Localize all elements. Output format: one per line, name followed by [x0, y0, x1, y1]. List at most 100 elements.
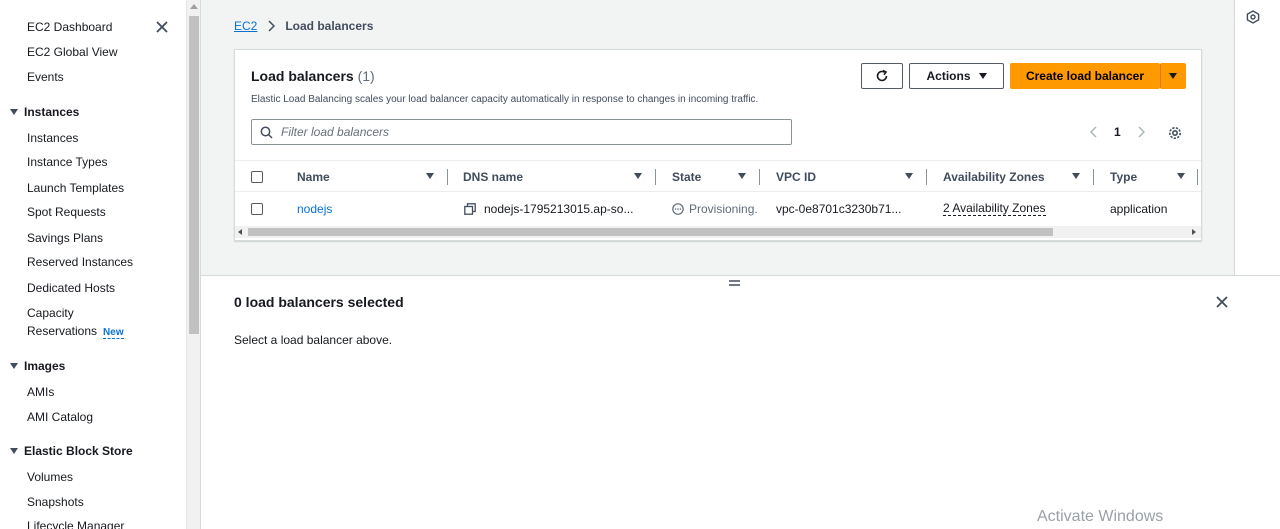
sidebar-item-spot-requests[interactable]: Spot Requests [27, 205, 106, 219]
sidebar-section-instances[interactable]: Instances [10, 105, 79, 119]
row-dns-cell: nodejs-1795213015.ap-so... [464, 192, 633, 226]
row-type-value: application [1110, 202, 1168, 216]
refresh-icon [876, 69, 888, 82]
table-header: Name DNS name State VPC ID Availability … [235, 160, 1201, 192]
sort-icon[interactable] [426, 173, 434, 179]
section-title: Instances [24, 105, 80, 119]
breadcrumb-current: Load balancers [285, 19, 374, 33]
scrollbar-thumb[interactable] [248, 228, 1053, 236]
sidebar-scrollbar[interactable] [186, 0, 201, 529]
section-title: Elastic Block Store [24, 444, 133, 458]
sidebar-item-amis[interactable]: AMIs [27, 385, 54, 399]
capacity-label: Reservations [27, 324, 98, 338]
breadcrumb-ec2-link[interactable]: EC2 [234, 19, 257, 33]
sidebar-item-ec2-dashboard[interactable]: EC2 Dashboard [27, 20, 112, 34]
main-content: EC2 Load balancers Load balancers (1) El… [201, 0, 1234, 275]
column-header-state[interactable]: State [672, 161, 701, 193]
row-availability-zones-value[interactable]: 2 Availability Zones [943, 202, 1046, 216]
sidebar-item-capacity-reservations[interactable]: Capacity [27, 306, 74, 320]
column-divider[interactable] [759, 169, 760, 185]
create-load-balancer-button[interactable]: Create load balancer [1010, 63, 1160, 89]
section-title: Images [24, 359, 66, 373]
caret-down-icon [10, 448, 18, 454]
split-panel: 0 load balancers selected Select a load … [201, 275, 1280, 529]
page-title: Load balancers (1) [251, 68, 375, 84]
column-header-type[interactable]: Type [1110, 161, 1137, 193]
sort-icon[interactable] [1177, 173, 1185, 179]
sidebar-item-lifecycle-manager[interactable]: Lifecycle Manager [27, 519, 124, 529]
column-divider[interactable] [447, 169, 448, 185]
sidebar-section-images[interactable]: Images [10, 359, 65, 373]
create-dropdown-button[interactable] [1160, 63, 1186, 89]
chevron-right-icon [268, 20, 276, 32]
sidebar-item-ec2-global-view[interactable]: EC2 Global View [27, 45, 118, 59]
column-header-dns-name[interactable]: DNS name [463, 161, 523, 193]
close-icon[interactable] [1215, 295, 1229, 309]
refresh-button[interactable] [861, 63, 903, 89]
sidebar: EC2 Dashboard EC2 Global View Events Ins… [0, 0, 186, 529]
actions-button[interactable]: Actions [909, 63, 1004, 89]
caret-down-icon [1169, 73, 1177, 79]
activation-watermark: Activate Windows [1037, 508, 1164, 525]
gear-icon[interactable] [1167, 125, 1183, 141]
sidebar-item-volumes[interactable]: Volumes [27, 470, 73, 484]
sort-icon[interactable] [634, 173, 642, 179]
previous-page-icon[interactable] [1090, 126, 1098, 138]
scrollbar-thumb[interactable] [189, 16, 199, 334]
sort-icon[interactable] [738, 173, 746, 179]
page-number[interactable]: 1 [1114, 125, 1121, 139]
sidebar-item-launch-templates[interactable]: Launch Templates [27, 181, 124, 195]
sidebar-item-reserved-instances[interactable]: Reserved Instances [27, 255, 133, 269]
column-divider[interactable] [655, 169, 656, 185]
select-all-checkbox[interactable] [251, 171, 263, 183]
tools-rail [1234, 0, 1280, 275]
table-row[interactable]: nodejs nodejs-1795213015.ap-so... Provis… [235, 192, 1201, 226]
sidebar-item-snapshots[interactable]: Snapshots [27, 495, 84, 509]
new-badge: New [103, 327, 124, 339]
sidebar-item-capacity-reservations-line2[interactable]: Reservations New [27, 324, 124, 339]
copy-icon[interactable] [464, 203, 476, 215]
next-page-icon[interactable] [1137, 126, 1145, 138]
table-horizontal-scrollbar[interactable] [235, 226, 1201, 238]
breadcrumb: EC2 Load balancers [234, 19, 373, 33]
filter-input[interactable] [281, 125, 761, 139]
row-state-cell: Provisioning. [672, 192, 758, 226]
in-progress-icon [672, 203, 684, 215]
sidebar-item-instances[interactable]: Instances [27, 131, 78, 145]
caret-down-icon [10, 109, 18, 115]
caret-down-icon [10, 363, 18, 369]
row-checkbox[interactable] [251, 203, 263, 215]
sidebar-item-dedicated-hosts[interactable]: Dedicated Hosts [27, 281, 115, 295]
sidebar-item-events[interactable]: Events [27, 70, 64, 84]
column-header-vpc-id[interactable]: VPC ID [776, 161, 816, 193]
sort-icon[interactable] [905, 173, 913, 179]
split-panel-message: Select a load balancer above. [234, 333, 393, 347]
scroll-right-icon[interactable] [1192, 229, 1196, 235]
row-state-value: Provisioning. [689, 202, 758, 216]
column-header-availability-zones[interactable]: Availability Zones [943, 161, 1045, 193]
sort-icon[interactable] [1072, 173, 1080, 179]
column-header-name[interactable]: Name [297, 161, 330, 193]
sidebar-item-ami-catalog[interactable]: AMI Catalog [27, 410, 93, 424]
sidebar-section-elastic-block-store[interactable]: Elastic Block Store [10, 444, 133, 458]
column-divider[interactable] [1197, 169, 1198, 185]
resize-handle-icon[interactable] [729, 279, 740, 287]
sidebar-item-instance-types[interactable]: Instance Types [27, 155, 108, 169]
row-availability-zones-cell: 2 Availability Zones [943, 192, 1046, 226]
row-name-link[interactable]: nodejs [297, 192, 332, 226]
sidebar-item-savings-plans[interactable]: Savings Plans [27, 231, 103, 245]
column-divider[interactable] [926, 169, 927, 185]
pagination: 1 [1090, 125, 1145, 139]
notifications-icon[interactable] [1246, 10, 1260, 24]
scroll-left-icon[interactable] [238, 229, 242, 235]
column-divider[interactable] [1093, 169, 1094, 185]
search-icon [260, 126, 273, 139]
close-icon[interactable] [154, 19, 170, 35]
panel-description: Elastic Load Balancing scales your load … [251, 94, 759, 105]
caret-down-icon [978, 73, 987, 79]
panel-title: Load balancers [251, 68, 354, 84]
scroll-up-icon[interactable] [190, 4, 198, 9]
filter-field[interactable] [251, 119, 792, 145]
load-balancers-panel: Load balancers (1) Elastic Load Balancin… [234, 49, 1202, 241]
row-dns-value: nodejs-1795213015.ap-so... [484, 202, 634, 216]
